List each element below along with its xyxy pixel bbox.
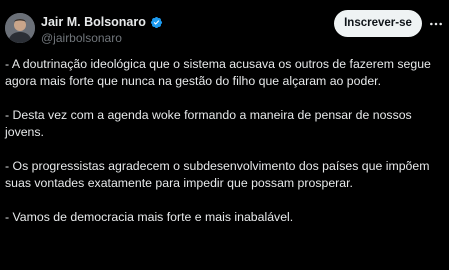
author-display-name[interactable]: Jair M. Bolsonaro <box>41 15 146 29</box>
more-horizontal-icon[interactable] <box>428 16 444 32</box>
tweet-text: - A doutrinação ideológica que o sistema… <box>5 56 445 226</box>
name-row: Jair M. Bolsonaro <box>41 14 163 30</box>
tweet-header: Jair M. Bolsonaro @jairbolsonaro Inscrev… <box>0 0 449 50</box>
avatar[interactable] <box>5 13 35 43</box>
author-handle[interactable]: @jairbolsonaro <box>41 31 122 45</box>
tweet-paragraph: - A doutrinação ideológica que o sistema… <box>5 57 431 88</box>
subscribe-button[interactable]: Inscrever-se <box>334 10 422 37</box>
tweet-paragraph: - Desta vez com a agenda woke formando a… <box>5 108 412 139</box>
tweet-paragraph: - Vamos de democracia mais forte e mais … <box>5 210 294 224</box>
tweet-paragraph: - Os progressistas agradecem o subdesenv… <box>5 159 430 190</box>
verified-badge-icon <box>150 16 162 28</box>
avatar-image <box>5 13 35 43</box>
